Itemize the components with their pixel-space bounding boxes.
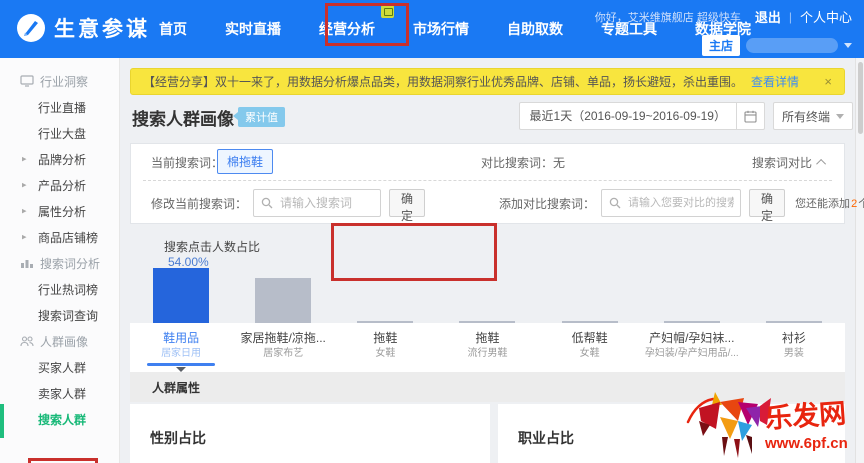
- page-title: 搜索人群画像: [132, 110, 234, 129]
- sidebar-item-item-shop-rank[interactable]: 商品店铺榜: [0, 224, 119, 250]
- terminal-filter-dropdown[interactable]: 所有终端: [772, 102, 853, 130]
- sidebar-item-hot-words[interactable]: 行业热词榜: [0, 276, 119, 302]
- nav-home[interactable]: 首页: [140, 0, 206, 58]
- tab-maternity[interactable]: 产妇帽/孕妇袜... 孕妇装/孕产妇用品/...: [641, 323, 743, 372]
- sidebar-item-attribute-analysis[interactable]: 属性分析: [0, 198, 119, 224]
- annotation-box-search-audience: [28, 458, 98, 463]
- store-selector[interactable]: 主店: [595, 35, 852, 56]
- tab-home-slippers[interactable]: 家居拖鞋/凉拖... 居家布艺: [232, 323, 334, 372]
- people-icon: [20, 336, 34, 347]
- keyword-compare-toggle[interactable]: 搜索词对比: [752, 154, 827, 171]
- current-keyword-label: 当前搜索词：: [151, 156, 224, 170]
- tab-shirts[interactable]: 衬衫 男装: [743, 323, 845, 372]
- sidebar-section-keyword-analysis: 搜索词分析: [0, 250, 119, 276]
- active-item-indicator: [0, 404, 4, 438]
- cumulative-badge: 累计值: [233, 107, 285, 127]
- add-confirm-button[interactable]: 确定: [749, 189, 786, 223]
- occupation-ratio-panel: 职业占比: [498, 404, 845, 463]
- gender-ratio-title: 性别占比: [150, 430, 206, 446]
- scrollbar-thumb[interactable]: [858, 62, 863, 134]
- active-tab-underline: [147, 363, 216, 366]
- page-scrollbar[interactable]: [855, 58, 864, 463]
- notice-banner: 【经营分享】双十一来了，用数据分析爆点品类，用数据洞察行业优秀品牌、店铺、单品，…: [130, 68, 845, 95]
- search-icon: [261, 197, 273, 209]
- current-keyword-chip[interactable]: 棉拖鞋: [217, 149, 274, 174]
- close-icon[interactable]: ×: [824, 74, 832, 89]
- add-compare-label: 添加对比搜索词：: [499, 196, 596, 211]
- nav-operations[interactable]: 经营分析: [300, 0, 394, 58]
- calendar-icon: [744, 110, 757, 123]
- gender-ratio-panel: 性别占比: [130, 404, 490, 463]
- compare-keyword-label: 对比搜索词：无: [481, 156, 566, 170]
- sidebar-section-audience-profile: 人群画像: [0, 328, 119, 354]
- calendar-button[interactable]: [735, 103, 764, 129]
- sidebar-item-industry-live[interactable]: 行业直播: [0, 94, 119, 120]
- sidebar-item-buyer-audience[interactable]: 买家人群: [0, 354, 119, 380]
- bar-chart-icon: [21, 260, 33, 268]
- category-tabs: 鞋用品 居家日用 家居拖鞋/凉拖... 居家布艺 拖鞋 女鞋 拖鞋 流行男鞋 低…: [130, 323, 845, 372]
- header-divider: |: [788, 9, 792, 24]
- compass-pen-icon: [17, 14, 45, 42]
- brand-logo[interactable]: 生意参谋: [16, 13, 150, 43]
- monitor-icon: [20, 75, 34, 87]
- main-store-badge: 主店: [701, 35, 740, 56]
- occupation-ratio-title: 职业占比: [518, 430, 574, 446]
- add-compare-input[interactable]: [601, 189, 742, 217]
- sidebar-item-keyword-query[interactable]: 搜索词查询: [0, 302, 119, 328]
- search-icon: [609, 197, 621, 209]
- remaining-count: 2: [851, 198, 858, 210]
- category-bar-chart: [130, 266, 845, 323]
- tab-shoes-supplies[interactable]: 鞋用品 居家日用: [130, 323, 232, 372]
- main-content: 【经营分享】双十一来了，用数据分析爆点品类，用数据洞察行业优秀品牌、店铺、单品，…: [120, 58, 864, 463]
- brand-name: 生意参谋: [54, 18, 150, 41]
- date-range-button[interactable]: 最近1天（2016-09-19~2016-09-19）: [520, 103, 736, 129]
- user-greeting: 你好，艾米维旗舰店 超级快车: [594, 11, 741, 24]
- tab-low-shoes[interactable]: 低帮鞋 女鞋: [539, 323, 641, 372]
- tab-slippers-women[interactable]: 拖鞋 女鞋: [334, 323, 436, 372]
- chevron-up-icon: [816, 158, 827, 169]
- new-feature-badge-icon: [381, 5, 394, 18]
- bar-home-slippers[interactable]: [255, 278, 312, 323]
- tab-slippers-men[interactable]: 拖鞋 流行男鞋: [436, 323, 538, 372]
- keyword-panel: 当前搜索词： 棉拖鞋 对比搜索词：无 搜索词对比 修改当前搜索词： 确定 添加对…: [130, 143, 864, 224]
- sidebar-item-search-audience[interactable]: 搜索人群: [0, 406, 119, 432]
- audience-attributes-header: 人群属性: [130, 372, 845, 402]
- nav-market[interactable]: 市场行情: [394, 0, 488, 58]
- sidebar-item-seller-audience[interactable]: 卖家人群: [0, 380, 119, 406]
- notice-detail-link[interactable]: 查看详情: [751, 73, 799, 90]
- nav-data-extract[interactable]: 自助取数: [488, 0, 582, 58]
- store-name-redacted: [746, 38, 838, 53]
- remaining-keywords-hint: 您还能添加2个搜索词: [795, 198, 864, 210]
- terminal-filter-value: 所有终端: [781, 109, 830, 124]
- notice-text: 【经营分享】双十一来了，用数据分析爆点品类，用数据洞察行业优秀品牌、店铺、单品，…: [143, 75, 744, 89]
- modify-confirm-button[interactable]: 确定: [389, 189, 426, 223]
- sidebar-item-product-analysis[interactable]: 产品分析: [0, 172, 119, 198]
- user-center-link[interactable]: 个人中心: [800, 7, 852, 26]
- sidebar-item-brand-analysis[interactable]: 品牌分析: [0, 146, 119, 172]
- bar-shoes-supplies[interactable]: [153, 268, 210, 323]
- nav-live[interactable]: 实时直播: [206, 0, 300, 58]
- chevron-down-icon: [844, 43, 852, 48]
- modify-keyword-label: 修改当前搜索词：: [151, 196, 248, 211]
- chart-title: 搜索点击人数占比: [164, 240, 261, 254]
- sidebar: 行业洞察 行业直播 行业大盘 品牌分析 产品分析 属性分析 商品店铺榜 搜索词分…: [0, 58, 120, 463]
- sidebar-section-industry-insight: 行业洞察: [0, 68, 119, 94]
- sidebar-item-industry-overview[interactable]: 行业大盘: [0, 120, 119, 146]
- chevron-down-icon: [836, 113, 844, 119]
- logout-button[interactable]: 退出: [755, 7, 781, 26]
- date-range-control: 最近1天（2016-09-19~2016-09-19）: [518, 102, 765, 130]
- top-header: 生意参谋 首页 实时直播 经营分析 市场行情 自助取数 专题工具 数据学院 你好…: [0, 0, 864, 58]
